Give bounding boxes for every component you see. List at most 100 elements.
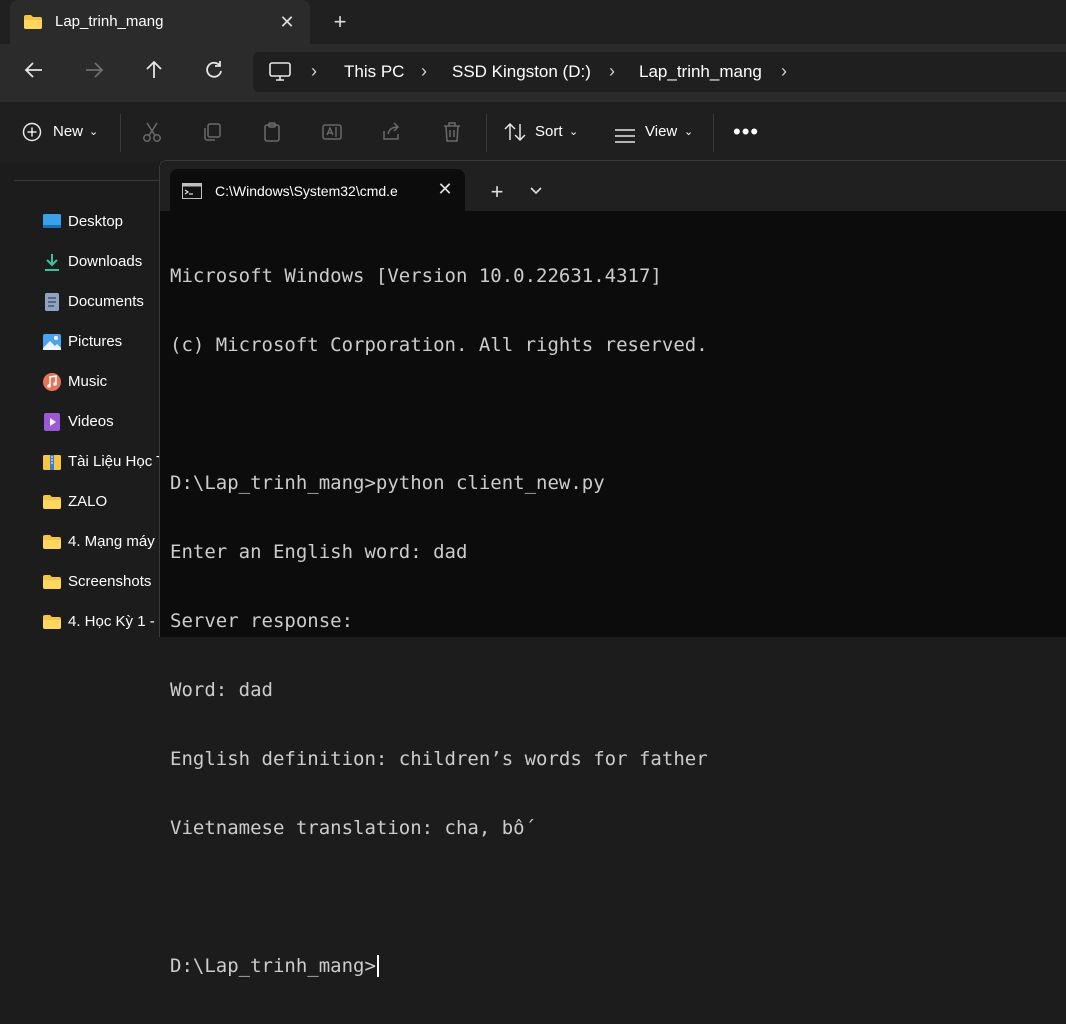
- close-tab-icon[interactable]: ✕: [274, 9, 300, 35]
- chevron-right-icon[interactable]: ›: [781, 61, 787, 82]
- back-arrow-icon[interactable]: [17, 57, 51, 89]
- terminal-tab-bar: C:\Windows\System32\cmd.e ✕ +: [160, 161, 1066, 211]
- console-line: Vietnamese translation: cha, bố: [170, 817, 525, 839]
- divider: [120, 114, 121, 152]
- document-icon: [42, 292, 62, 312]
- view-button[interactable]: View ⌄: [614, 116, 704, 148]
- console-line: English definition: children’s words for…: [170, 748, 708, 770]
- explorer-tab-label: Lap_trinh_mang: [55, 13, 164, 30]
- up-arrow-icon[interactable]: [137, 57, 171, 89]
- paste-icon[interactable]: [261, 121, 283, 143]
- sidebar-item-label: Videos: [68, 413, 114, 430]
- delete-icon[interactable]: [441, 121, 463, 143]
- breadcrumb-this-pc[interactable]: This PC: [344, 62, 404, 82]
- console-line: Enter an English word: dad: [170, 541, 468, 563]
- sidebar-item-zalo[interactable]: ZALO: [42, 490, 160, 514]
- sidebar-item-label: Pictures: [68, 333, 123, 350]
- plus-circle-icon: [22, 122, 42, 154]
- chevron-down-icon: ⌄: [569, 126, 579, 138]
- view-button-label: View: [645, 123, 678, 140]
- console-line: D:\Lap_trinh_mang>python client_new.py: [170, 472, 605, 494]
- breadcrumb-folder[interactable]: Lap_trinh_mang: [639, 62, 762, 82]
- sidebar-item-mang-may-tinh[interactable]: 4. Mạng máy t: [42, 530, 160, 554]
- terminal-window: C:\Windows\System32\cmd.e ✕ + Microsoft …: [159, 160, 1066, 977]
- cut-icon[interactable]: [141, 121, 163, 143]
- console-prompt: D:\Lap_trinh_mang>: [170, 955, 376, 977]
- divider: [713, 114, 714, 152]
- sort-icon: [504, 122, 526, 154]
- monitor-icon: [269, 62, 291, 87]
- sidebar-item-videos[interactable]: Videos: [42, 410, 160, 434]
- sort-button-label: Sort: [535, 123, 563, 140]
- terminal-tab-title: C:\Windows\System32\cmd.e: [215, 183, 398, 199]
- navigation-pane: Desktop Downloads Documents Pictures Mus…: [0, 162, 160, 636]
- sidebar-item-tai-lieu[interactable]: Tài Liệu Học T: [42, 450, 160, 474]
- chevron-right-icon[interactable]: ›: [311, 61, 317, 82]
- explorer-tab[interactable]: Lap_trinh_mang ✕: [10, 0, 310, 44]
- close-tab-icon[interactable]: ✕: [433, 177, 457, 201]
- sidebar-item-label: ZALO: [68, 493, 108, 510]
- new-button[interactable]: New ⌄: [22, 116, 102, 148]
- chevron-down-icon: ⌄: [684, 126, 694, 138]
- console-prompt-line[interactable]: D:\Lap_trinh_mang>: [170, 955, 1060, 978]
- explorer-titlebar: Lap_trinh_mang ✕ +: [0, 0, 1066, 44]
- chevron-right-icon[interactable]: ›: [421, 61, 427, 82]
- view-list-icon: [614, 124, 636, 156]
- sidebar-item-music[interactable]: Music: [42, 370, 160, 394]
- new-terminal-tab-icon[interactable]: +: [483, 178, 511, 206]
- forward-arrow-icon[interactable]: [77, 57, 111, 89]
- zip-folder-icon: [42, 452, 62, 472]
- text-cursor: [376, 955, 379, 977]
- command-prompt-icon: [182, 183, 202, 204]
- divider: [486, 114, 487, 152]
- videos-icon: [42, 412, 62, 432]
- sidebar-item-label: 4. Mạng máy t: [68, 533, 160, 550]
- sidebar-item-label: Documents: [68, 293, 144, 310]
- new-tab-icon[interactable]: +: [327, 9, 353, 35]
- sort-button[interactable]: Sort ⌄: [504, 116, 584, 148]
- folder-icon: [42, 492, 62, 512]
- sidebar-item-downloads[interactable]: Downloads: [42, 250, 160, 274]
- address-bar[interactable]: › This PC › SSD Kingston (D:) › Lap_trin…: [253, 52, 1066, 92]
- pictures-icon: [42, 332, 62, 352]
- sidebar-item-label: Screenshots: [68, 573, 152, 590]
- chevron-right-icon[interactable]: ›: [609, 61, 615, 82]
- command-bar: New ⌄ Sort ⌄ View ⌄ •••: [0, 102, 1066, 163]
- console-line: Server response:: [170, 610, 354, 632]
- more-options-icon[interactable]: •••: [733, 116, 758, 148]
- folder-icon: [42, 532, 62, 552]
- sidebar-item-label: Music: [68, 373, 108, 390]
- sidebar-item-label: Tài Liệu Học T: [68, 453, 160, 470]
- sidebar-item-hoc-ky-1[interactable]: 4. Học Kỳ 1 - N: [42, 610, 160, 634]
- breadcrumb-drive[interactable]: SSD Kingston (D:): [452, 62, 591, 82]
- chevron-down-icon[interactable]: [522, 178, 550, 206]
- sidebar-item-screenshots[interactable]: Screenshots: [42, 570, 160, 594]
- console-output[interactable]: Microsoft Windows [Version 10.0.22631.43…: [170, 219, 1060, 1024]
- console-line: Word: dad: [170, 679, 273, 701]
- divider: [14, 180, 160, 181]
- sidebar-item-label: Downloads: [68, 253, 143, 270]
- new-button-label: New: [53, 123, 84, 140]
- folder-icon: [42, 612, 62, 632]
- rename-icon[interactable]: [321, 121, 343, 143]
- folder-icon: [42, 572, 62, 592]
- refresh-icon[interactable]: [197, 57, 231, 89]
- folder-icon: [23, 14, 43, 35]
- sidebar-item-documents[interactable]: Documents: [42, 290, 160, 314]
- music-icon: [42, 372, 62, 392]
- chevron-down-icon: ⌄: [89, 126, 99, 138]
- desktop-icon: [42, 212, 62, 232]
- sidebar-item-label: 4. Học Kỳ 1 - N: [68, 613, 160, 630]
- navigation-bar: › This PC › SSD Kingston (D:) › Lap_trin…: [0, 44, 1066, 102]
- console-line: Microsoft Windows [Version 10.0.22631.43…: [170, 265, 662, 287]
- terminal-tab[interactable]: C:\Windows\System32\cmd.e ✕: [170, 169, 465, 211]
- sidebar-item-label: Desktop: [68, 213, 124, 230]
- sidebar-item-pictures[interactable]: Pictures: [42, 330, 160, 354]
- download-icon: [42, 252, 62, 272]
- console-line: (c) Microsoft Corporation. All rights re…: [170, 334, 708, 356]
- copy-icon[interactable]: [201, 121, 223, 143]
- share-icon[interactable]: [381, 121, 403, 143]
- sidebar-item-desktop[interactable]: Desktop: [42, 210, 160, 234]
